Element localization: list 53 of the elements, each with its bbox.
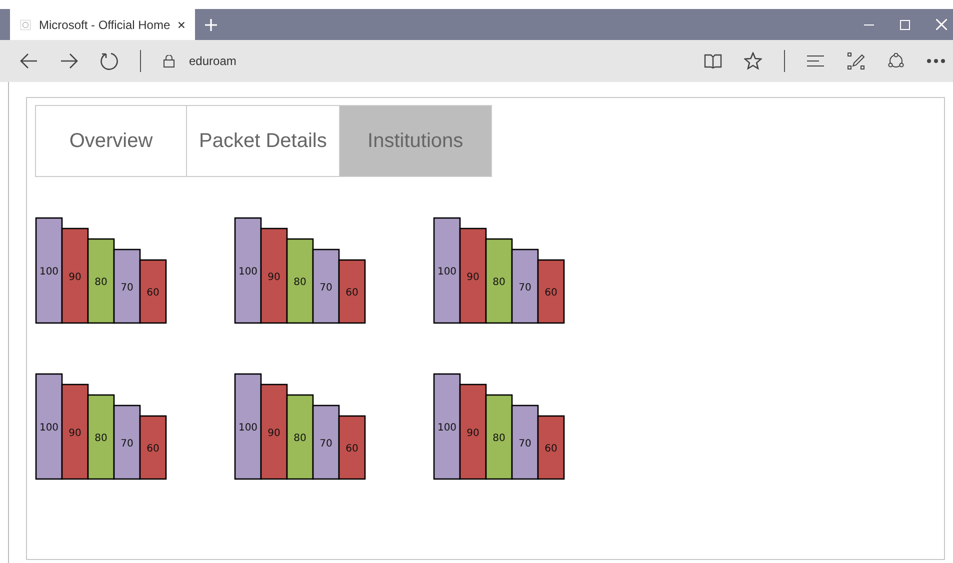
chart-bar <box>139 415 167 480</box>
bar-label: 60 <box>346 288 358 298</box>
bar-label: 100 <box>437 266 457 278</box>
bar-label: 80 <box>294 277 306 288</box>
bar-label: 100 <box>238 422 258 434</box>
maximize-icon[interactable] <box>900 20 910 30</box>
bar-label: 80 <box>492 433 506 444</box>
bar-label: 70 <box>518 438 532 450</box>
bar-label: 90 <box>268 272 280 283</box>
bar-label: 70 <box>120 438 134 450</box>
pen-icon[interactable] <box>847 52 865 70</box>
chart-bar <box>139 259 167 324</box>
bar-label: 90 <box>466 272 480 283</box>
bar-label: 100 <box>238 266 258 278</box>
bar-label: 60 <box>346 444 358 454</box>
chart-bar <box>537 415 565 480</box>
lock-icon <box>163 54 175 68</box>
bar-label: 90 <box>268 428 280 439</box>
bar-label: 90 <box>466 428 480 439</box>
forward-icon[interactable] <box>60 53 78 69</box>
bar-label: 80 <box>94 277 108 288</box>
chart-bar <box>537 259 565 324</box>
bar-label: 80 <box>94 433 108 444</box>
bar-label: 80 <box>294 433 306 444</box>
bar-label: 100 <box>437 422 457 434</box>
bar-label: 60 <box>146 444 160 454</box>
more-icon[interactable] <box>927 59 945 63</box>
refresh-icon[interactable] <box>100 52 118 70</box>
bar-label: 100 <box>39 266 59 278</box>
close-icon[interactable] <box>178 20 185 30</box>
bar-label: 100 <box>39 422 59 434</box>
share-icon[interactable] <box>887 53 905 69</box>
chart-bar <box>338 415 366 480</box>
bar-label: 60 <box>544 288 558 298</box>
bar-label: 90 <box>68 428 82 439</box>
new-tab-icon[interactable] <box>205 18 217 30</box>
bar-label: 70 <box>320 438 332 450</box>
bar-label: 60 <box>544 444 558 454</box>
menu-icon[interactable] <box>807 55 825 67</box>
bar-label: 90 <box>68 272 82 283</box>
book-icon[interactable] <box>704 53 722 69</box>
star-icon[interactable] <box>744 52 762 70</box>
bar-label: 80 <box>492 277 506 288</box>
bar-label: 70 <box>320 282 332 294</box>
back-icon[interactable] <box>20 53 38 69</box>
bar-label: 70 <box>120 282 134 294</box>
tab-title: Microsoft - Official Home <box>38 18 170 32</box>
address-field[interactable]: eduroam <box>189 54 236 68</box>
bar-label: 70 <box>518 282 532 294</box>
browser-tab[interactable]: Microsoft - Official Home <box>10 9 195 40</box>
chart-bar <box>338 259 366 324</box>
bar-label: 60 <box>146 288 160 298</box>
page-tab[interactable]: Institutions <box>340 106 491 176</box>
